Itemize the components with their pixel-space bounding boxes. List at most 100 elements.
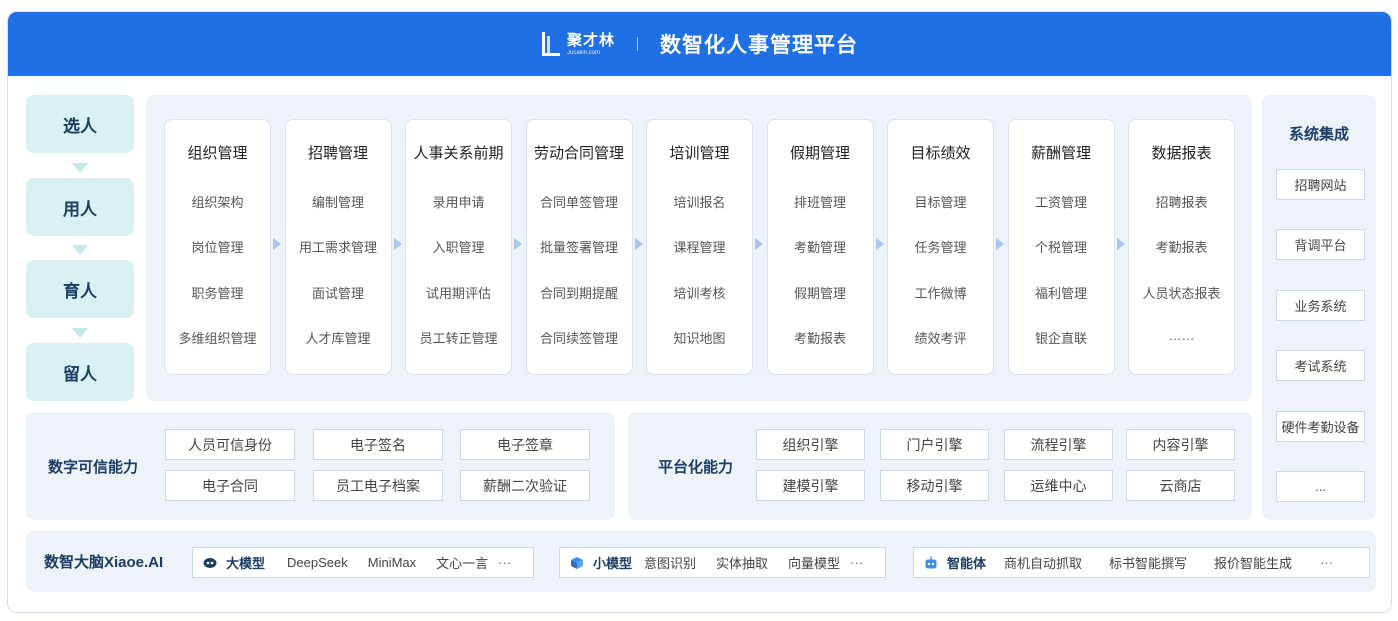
flow-arrow-right-icon <box>755 238 763 250</box>
ai-tag: MiniMax <box>367 555 417 570</box>
trust-item: 人员可信身份 <box>165 429 295 460</box>
module-card-title: 人事关系前期 <box>413 145 504 162</box>
sys-item-background-check: 背调平台 <box>1276 229 1365 260</box>
module-card-item: 培训考核 <box>673 286 726 301</box>
module-card-item: …… <box>1168 328 1195 343</box>
module-card-item: 工作微博 <box>914 286 967 301</box>
engine-item: 运维中心 <box>1004 470 1113 501</box>
module-card-item: 合同单签管理 <box>539 195 618 210</box>
module-card-item: 用工需求管理 <box>298 240 377 255</box>
engine-item: 门户引擎 <box>880 429 989 460</box>
module-card-item: 考勤管理 <box>793 240 846 255</box>
system-integration-panel: 系统集成 招聘网站 背调平台 业务系统 考试系统 硬件考勤设备 ... <box>1262 95 1376 520</box>
ai-tag: 文心一言 <box>436 556 489 571</box>
ai-brain-title: 数智大脑Xiaoe.AI <box>44 554 164 571</box>
module-card-item: 编制管理 <box>311 195 364 210</box>
module-card-item: 工资管理 <box>1034 195 1087 210</box>
module-card-item: 批量签署管理 <box>539 240 618 255</box>
sys-item-more: ... <box>1276 471 1365 502</box>
module-card-item: 合同到期提醒 <box>539 286 618 301</box>
module-card-item: 考勤报表 <box>1155 240 1208 255</box>
module-card-item: 知识地图 <box>673 331 726 346</box>
module-card-item: 目标管理 <box>914 195 967 210</box>
trust-item: 电子签章 <box>460 429 590 460</box>
ai-group-large-model: 大模型 DeepSeek MiniMax 文心一言 ··· <box>192 547 534 578</box>
engine-item: 内容引擎 <box>1126 429 1235 460</box>
stage-retain: 留人 <box>26 343 134 401</box>
module-card: 薪酬管理 工资管理 个税管理 福利管理 银企直联 <box>1007 119 1115 375</box>
ai-tag: 实体抽取 <box>716 556 769 571</box>
module-card-item: 合同续签管理 <box>539 331 618 346</box>
flow-arrow-right-icon <box>514 238 522 250</box>
ai-group-small-model: 小模型 意图识别 实体抽取 向量模型 ··· <box>559 547 886 578</box>
logo-domain: Jucailin.com <box>566 49 600 56</box>
flow-arrow-right-icon <box>273 238 281 250</box>
module-card: 数据报表招聘报表考勤报表人员状态报表 …… <box>1128 119 1235 375</box>
sys-item-business-system: 业务系统 <box>1276 290 1365 321</box>
trust-item: 员工电子档案 <box>313 470 443 501</box>
ai-tag: 标书智能撰写 <box>1109 556 1188 571</box>
ai-group-label: 大模型 <box>226 556 266 571</box>
module-card-item: 员工转正管理 <box>419 331 498 346</box>
module-card-item: 福利管理 <box>1034 286 1087 301</box>
module-card-item: 招聘报表 <box>1155 195 1208 210</box>
module-card-item: 组织架构 <box>191 195 244 210</box>
module-card-title: 组织管理 <box>187 145 248 162</box>
logo-name: 聚才林 <box>566 31 615 49</box>
module-card: 招聘管理编制管理用工需求管理 面试管理人才库管理 <box>284 119 392 375</box>
engine-item: 组织引擎 <box>756 429 865 460</box>
module-card-title: 目标绩效 <box>910 145 971 162</box>
agent-robot-icon <box>925 556 937 568</box>
digital-trust-panel: 数字可信能力 人员可信身份 电子签名 电子签章 电子合同 员工电子档案 薪酬二次… <box>26 412 615 520</box>
ai-tag: 商机自动抓取 <box>1004 556 1083 571</box>
module-card-item: 试用期评估 <box>425 286 491 301</box>
engine-item: 云商店 <box>1126 470 1235 501</box>
module-card-title: 数据报表 <box>1151 145 1212 162</box>
stage-select: 选人 <box>26 95 134 153</box>
ai-tag: 向量模型 <box>788 556 841 571</box>
module-card: 组织管理 组织架构 岗位管理 职务管理 多维组织管理 <box>164 119 271 375</box>
logo: 聚才林 Jucailin.com <box>541 30 615 58</box>
module-card-item: 培训报名 <box>673 195 726 210</box>
engine-item: 建模引擎 <box>756 470 865 501</box>
sys-item-attendance-hardware: 硬件考勤设备 <box>1276 411 1365 442</box>
ai-brain-panel: 数智大脑Xiaoe.AI 大模型 DeepSeek MiniMax 文心一言 ·… <box>26 531 1376 592</box>
engine-item: 移动引擎 <box>880 470 989 501</box>
module-card-title: 培训管理 <box>669 145 730 162</box>
stage-arrow-down-icon <box>72 163 88 173</box>
ai-group-label: 小模型 <box>593 556 633 571</box>
module-card: 培训管理 培训报名 课程管理 培训考核 知识地图 <box>646 119 753 375</box>
platform-capability-panel: 平台化能力 组织引擎 门户引擎 流程引擎 内容引擎 建模引擎 移动引擎 运维中心… <box>628 412 1252 520</box>
cube-icon <box>571 556 583 569</box>
module-card: 人事关系前期 录用申请 入职管理 试用期评估 员工转正管理 <box>405 119 512 375</box>
header-divider <box>637 37 638 51</box>
page-title: 数智化人事管理平台 <box>660 34 858 57</box>
stage-use: 用人 <box>26 178 134 236</box>
module-card-item: 绩效考评 <box>914 331 967 346</box>
module-card-item: 人才库管理 <box>305 331 371 346</box>
module-card-title: 招聘管理 <box>307 145 368 162</box>
ai-tag: 意图识别 <box>644 556 697 571</box>
ai-group-label: 智能体 <box>947 556 987 571</box>
module-card-item: 排班管理 <box>793 195 846 210</box>
ai-more: ··· <box>850 555 864 570</box>
ai-more: ··· <box>1320 555 1334 570</box>
flow-arrow-right-icon <box>1116 238 1125 250</box>
module-card: 劳动合同管理 合同单签管理 批量签署管理 合同到期提醒 合同续签管理 <box>525 119 633 375</box>
engine-item: 流程引擎 <box>1004 429 1113 460</box>
stage-develop: 育人 <box>26 260 134 318</box>
sys-item-recruit-site: 招聘网站 <box>1276 169 1365 200</box>
flow-arrow-right-icon <box>634 238 643 250</box>
module-card-item: 多维组织管理 <box>178 331 257 346</box>
module-card-title: 劳动合同管理 <box>533 145 624 162</box>
stage-arrow-down-icon <box>72 328 88 338</box>
stage-arrow-down-icon <box>72 245 88 255</box>
flow-arrow-right-icon <box>875 238 884 250</box>
ai-more: ··· <box>498 555 512 570</box>
module-card-item: 人员状态报表 <box>1142 286 1221 301</box>
platform-capability-title: 平台化能力 <box>658 458 734 476</box>
module-card-item: 录用申请 <box>432 195 485 210</box>
trust-item: 薪酬二次验证 <box>460 470 590 501</box>
module-card-item: 面试管理 <box>311 286 364 301</box>
robot-face-icon <box>203 557 217 568</box>
